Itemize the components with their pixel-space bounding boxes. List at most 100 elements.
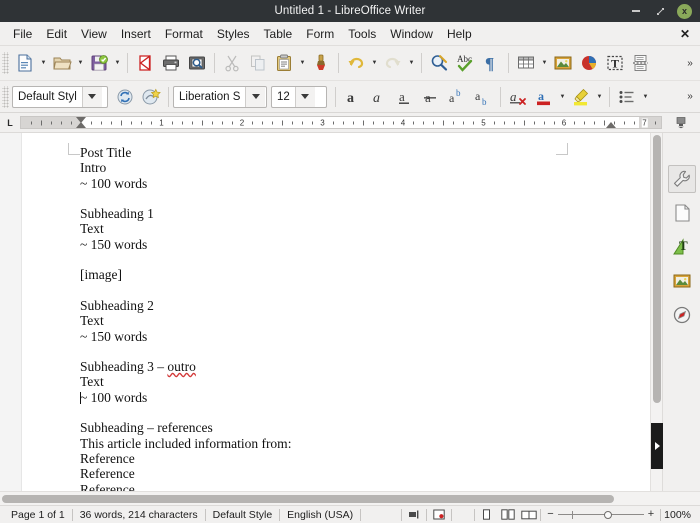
underline-button[interactable]: a <box>392 84 418 110</box>
document-line[interactable]: Reference <box>80 482 560 491</box>
strikethrough-button[interactable]: a <box>418 84 444 110</box>
zoom-slider-knob[interactable] <box>603 510 612 519</box>
open-document-dropdown[interactable]: ▼ <box>75 50 86 76</box>
new-document-button[interactable] <box>12 50 38 76</box>
font-name-combo[interactable]: Liberation S <box>173 85 267 108</box>
document-line[interactable]: [image] <box>80 267 560 282</box>
find-replace-button[interactable] <box>426 50 452 76</box>
view-multi-page-button[interactable] <box>498 509 518 520</box>
insert-table-dropdown[interactable]: ▼ <box>539 50 550 76</box>
font-size-combo[interactable]: 12 <box>271 85 327 108</box>
zoom-track[interactable] <box>557 510 644 520</box>
left-indent-marker[interactable] <box>76 122 86 128</box>
clone-formatting-button[interactable] <box>308 50 334 76</box>
bold-button[interactable]: a <box>340 84 366 110</box>
document-line[interactable]: Text <box>80 221 560 236</box>
formatting-toolbar-overflow[interactable]: » <box>682 84 700 110</box>
subscript-button[interactable]: a b <box>470 84 496 110</box>
unordered-list-dropdown[interactable]: ▼ <box>640 84 651 110</box>
horizontal-ruler[interactable]: 1 2 3 4 5 6 7 <box>20 116 662 129</box>
document-line[interactable]: ~ 150 words <box>80 329 560 344</box>
menu-help[interactable]: Help <box>440 24 479 44</box>
print-preview-button[interactable] <box>184 50 210 76</box>
menu-table[interactable]: Table <box>257 24 300 44</box>
toolbar-grip[interactable] <box>2 85 9 108</box>
document-line[interactable]: This article included information from: <box>80 436 560 451</box>
copy-button[interactable] <box>245 50 271 76</box>
insert-chart-button[interactable] <box>576 50 602 76</box>
sidebar-item-page[interactable] <box>668 199 696 227</box>
insert-table-button[interactable] <box>513 50 539 76</box>
status-save-state[interactable] <box>427 509 451 520</box>
menu-window[interactable]: Window <box>383 24 440 44</box>
close-button[interactable]: x <box>677 3 692 19</box>
document-line[interactable]: Reference <box>80 466 560 481</box>
save-document-dropdown[interactable]: ▼ <box>112 50 123 76</box>
paragraph-style-dropdown-arrow[interactable] <box>81 86 102 107</box>
toolbar-grip[interactable] <box>2 52 9 74</box>
menu-view[interactable]: View <box>74 24 114 44</box>
menu-format[interactable]: Format <box>158 24 210 44</box>
document-line[interactable]: Subheading 2 <box>80 298 560 313</box>
zoom-out-button[interactable]: − <box>547 509 553 520</box>
font-color-button[interactable]: a <box>531 84 557 110</box>
status-page-style[interactable]: Default Style <box>206 509 280 521</box>
cut-button[interactable] <box>219 50 245 76</box>
font-name-dropdown-arrow[interactable] <box>245 86 266 107</box>
menu-styles[interactable]: Styles <box>210 24 257 44</box>
maximize-button[interactable] <box>653 4 667 18</box>
print-button[interactable] <box>158 50 184 76</box>
document-line[interactable]: ~ 100 words <box>80 390 560 405</box>
document-canvas[interactable]: Post Title Intro ~ 100 words Subheading 1T… <box>0 133 650 491</box>
document-line[interactable]: Text <box>80 313 560 328</box>
vertical-scrollbar-thumb[interactable] <box>653 135 661 403</box>
sidebar-item-gallery[interactable] <box>668 267 696 295</box>
close-document-button[interactable]: ✕ <box>680 27 700 41</box>
document-line[interactable]: Intro <box>80 160 560 175</box>
zoom-slider[interactable]: − + <box>541 509 660 520</box>
show-hide-sidebar-handle[interactable] <box>651 423 663 469</box>
tab-stop-selector[interactable]: L <box>0 113 20 132</box>
open-document-button[interactable] <box>49 50 75 76</box>
clear-formatting-button[interactable]: a <box>505 84 531 110</box>
menu-form[interactable]: Form <box>299 24 341 44</box>
document-blank-line[interactable] <box>80 252 560 267</box>
view-single-page-button[interactable] <box>475 509 498 520</box>
redo-button[interactable] <box>380 50 406 76</box>
redo-dropdown[interactable]: ▼ <box>406 50 417 76</box>
update-style-button[interactable] <box>112 84 138 110</box>
menu-tools[interactable]: Tools <box>341 24 383 44</box>
highlight-color-button[interactable] <box>568 84 594 110</box>
paste-dropdown[interactable]: ▼ <box>297 50 308 76</box>
vertical-scrollbar[interactable] <box>650 133 663 491</box>
undo-button[interactable] <box>343 50 369 76</box>
document-text[interactable]: Post Title Intro ~ 100 words Subheading 1T… <box>80 145 560 491</box>
document-line[interactable]: Subheading 3 – outro <box>80 359 560 374</box>
zoom-level-value[interactable]: 100% <box>661 509 696 521</box>
new-style-button[interactable] <box>138 84 164 110</box>
document-blank-line[interactable] <box>80 283 560 298</box>
insert-page-break-button[interactable] <box>628 50 654 76</box>
document-line[interactable]: Text <box>80 374 560 389</box>
menu-insert[interactable]: Insert <box>114 24 158 44</box>
document-line[interactable]: Post Title <box>80 145 560 160</box>
view-book-button[interactable] <box>518 509 540 520</box>
minimize-button[interactable] <box>629 4 643 18</box>
document-line[interactable]: ~ 150 words <box>80 237 560 252</box>
save-document-button[interactable] <box>86 50 112 76</box>
standard-toolbar-overflow[interactable]: » <box>682 50 700 76</box>
document-blank-line[interactable] <box>80 344 560 359</box>
formatting-marks-button[interactable]: ¶ <box>478 50 504 76</box>
sidebar-item-styles[interactable]: T <box>668 233 696 261</box>
document-blank-line[interactable] <box>80 405 560 420</box>
sidebar-settings-button[interactable] <box>667 137 697 159</box>
unordered-list-button[interactable] <box>614 84 640 110</box>
document-blank-line[interactable] <box>80 191 560 206</box>
status-language[interactable]: English (USA) <box>280 509 360 521</box>
horizontal-scrollbar-thumb[interactable] <box>2 494 614 503</box>
zoom-in-button[interactable]: + <box>648 509 654 520</box>
page-1[interactable]: Post Title Intro ~ 100 words Subheading 1T… <box>0 133 650 491</box>
status-page-number[interactable]: Page 1 of 1 <box>4 509 72 521</box>
document-line[interactable]: Reference <box>80 451 560 466</box>
sidebar-settings-icon[interactable] <box>674 115 688 129</box>
